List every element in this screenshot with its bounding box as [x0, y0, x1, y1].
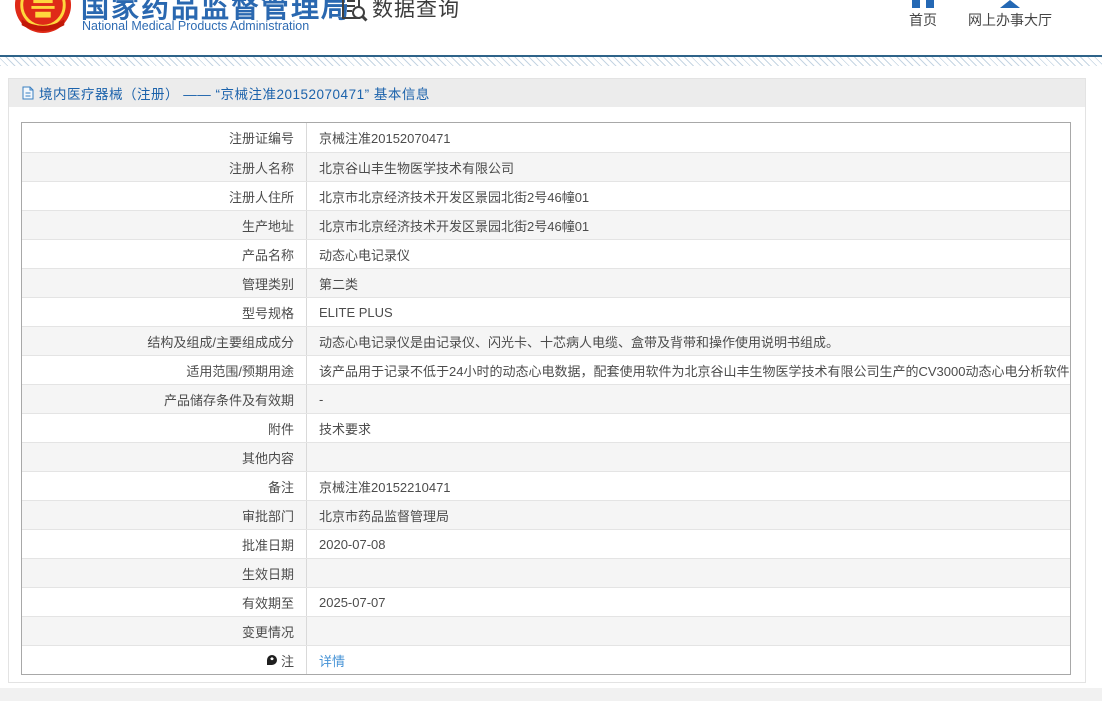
- table-row: 型号规格 ELITE PLUS: [22, 297, 1070, 326]
- document-search-icon: [341, 0, 368, 22]
- row-label: 管理类别: [22, 269, 307, 297]
- row-value: 动态心电记录仪是由记录仪、闪光卡、十芯病人电缆、盒带及背带和操作使用说明书组成。: [319, 334, 840, 350]
- row-label: 结构及组成/主要组成成分: [22, 327, 307, 355]
- table-row: 注册证编号 京械注准20152070471: [22, 123, 1070, 152]
- content-panel: 境内医疗器械（注册） —— “京械注准20152070471” 基本信息 注册证…: [8, 78, 1086, 683]
- row-label: 型号规格: [22, 298, 307, 326]
- row-label: 附件: [22, 414, 307, 442]
- row-label: 生产地址: [22, 211, 307, 239]
- row-value: 2025-07-07: [319, 594, 386, 610]
- table-row: 备注 京械注准20152210471: [22, 471, 1070, 500]
- row-value: 京械注准20152070471: [319, 131, 451, 146]
- page-title: 境内医疗器械（注册） —— “京械注准20152070471” 基本信息: [39, 87, 430, 102]
- table-row: 产品名称 动态心电记录仪: [22, 239, 1070, 268]
- row-value: 2020-07-08: [319, 536, 386, 552]
- page-footer-strip: [0, 688, 1102, 701]
- data-query-label: 数据查询: [372, 0, 460, 21]
- org-name-en: National Medical Products Administration: [82, 19, 310, 33]
- row-value: 详情: [307, 651, 1070, 670]
- row-label: 注册证编号: [22, 123, 307, 152]
- detail-link[interactable]: 详情: [319, 654, 345, 669]
- row-label: 产品储存条件及有效期: [22, 385, 307, 413]
- table-row: 其他内容: [22, 442, 1070, 471]
- row-label: 产品名称: [22, 240, 307, 268]
- row-label: 适用范围/预期用途: [22, 356, 307, 384]
- row-label: 有效期至: [22, 588, 307, 616]
- row-value: -: [319, 391, 324, 407]
- table-row: 生效日期: [22, 558, 1070, 587]
- page-icon: [22, 86, 34, 100]
- table-row: 审批部门 北京市药品监督管理局: [22, 500, 1070, 529]
- row-label: 审批部门: [22, 501, 307, 529]
- row-label: 注册人住所: [22, 182, 307, 210]
- row-value: 北京市北京经济技术开发区景园北街2号46幢01: [319, 189, 590, 205]
- home-icon: [912, 0, 934, 8]
- nav-home-label: 首页: [909, 12, 937, 28]
- nav-service-hall[interactable]: 网上办事大厅: [964, 0, 1056, 30]
- row-label: 批准日期: [22, 530, 307, 558]
- row-value: 北京谷山丰生物医学技术有限公司: [319, 160, 515, 176]
- row-label: 其他内容: [22, 443, 307, 471]
- table-row: 注册人住所 北京市北京经济技术开发区景园北街2号46幢01: [22, 181, 1070, 210]
- row-value: 该产品用于记录不低于24小时的动态心电数据，配套使用软件为北京谷山丰生物医学技术…: [319, 363, 1070, 379]
- table-row: 变更情况: [22, 616, 1070, 645]
- data-query-section: 数据查询: [341, 0, 460, 22]
- page: 国家药品监督管理局 National Medical Products Admi…: [0, 0, 1102, 701]
- row-value: 北京市药品监督管理局: [319, 508, 450, 524]
- table-row: 管理类别 第二类: [22, 268, 1070, 297]
- nav-home[interactable]: 首页: [903, 0, 943, 30]
- header-divider-stripes: [0, 57, 1102, 66]
- table-row: 生产地址 北京市北京经济技术开发区景园北街2号46幢01: [22, 210, 1070, 239]
- table-row: 注详情: [22, 645, 1070, 674]
- table-row: 附件 技术要求: [22, 413, 1070, 442]
- site-header: 国家药品监督管理局 National Medical Products Admi…: [0, 0, 1102, 55]
- row-value: 技术要求: [319, 421, 372, 437]
- row-label: 生效日期: [22, 559, 307, 587]
- table-row: 注册人名称 北京谷山丰生物医学技术有限公司: [22, 152, 1070, 181]
- row-label: 注: [22, 646, 307, 674]
- table-row: 有效期至 2025-07-07: [22, 587, 1070, 616]
- row-value: 第二类: [319, 276, 359, 292]
- row-value: 京械注准20152210471: [319, 479, 451, 495]
- row-label: 变更情况: [22, 617, 307, 645]
- service-hall-icon: [1000, 0, 1020, 8]
- table-row: 产品储存条件及有效期 -: [22, 384, 1070, 413]
- info-table: 注册证编号 京械注准20152070471 注册人名称 北京谷山丰生物医学技术有限公司…: [21, 122, 1071, 675]
- table-row: 适用范围/预期用途 该产品用于记录不低于24小时的动态心电数据，配套使用软件为北京…: [22, 355, 1070, 384]
- row-value: ELITE PLUS: [319, 304, 393, 320]
- row-label: 注册人名称: [22, 153, 307, 181]
- breadcrumb: 境内医疗器械（注册） —— “京械注准20152070471” 基本信息: [9, 79, 1085, 107]
- table-row: 批准日期 2020-07-08: [22, 529, 1070, 558]
- row-label: 备注: [22, 472, 307, 500]
- row-value: 动态心电记录仪: [319, 247, 411, 263]
- china-national-emblem-icon: [14, 0, 72, 34]
- row-value: 北京市北京经济技术开发区景园北街2号46幢01: [319, 218, 590, 234]
- nav-hall-label: 网上办事大厅: [968, 12, 1052, 28]
- table-row: 结构及组成/主要组成成分 动态心电记录仪是由记录仪、闪光卡、十芯病人电缆、盒带及背…: [22, 326, 1070, 355]
- comment-icon: [266, 655, 277, 665]
